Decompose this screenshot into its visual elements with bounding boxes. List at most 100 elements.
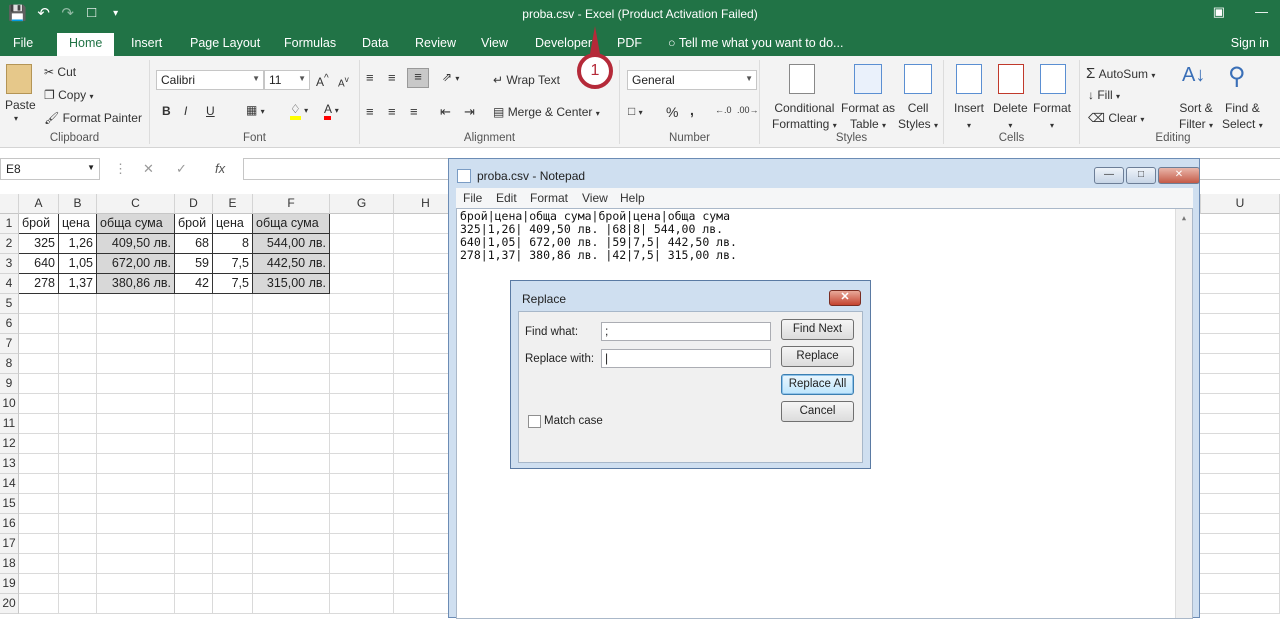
table-cell[interactable]: цена [213,214,253,234]
table-cell[interactable] [59,574,97,594]
name-box[interactable]: E8 ▼ [0,158,100,180]
table-cell[interactable] [19,334,59,354]
row-header[interactable]: 7 [0,334,19,354]
table-cell[interactable] [330,414,394,434]
align-bottom-icon[interactable]: ≡ [407,68,429,88]
table-cell[interactable] [19,394,59,414]
minimize-icon[interactable]: — [1255,4,1268,20]
table-cell[interactable] [253,414,330,434]
cancel-button[interactable]: Cancel [781,401,854,422]
row-header[interactable]: 4 [0,274,19,294]
table-cell[interactable] [97,354,175,374]
column-header-c[interactable]: C [97,194,175,214]
column-header-d[interactable]: D [175,194,213,214]
format-painter-button[interactable]: 🖌 Format Painter [44,111,142,125]
table-cell[interactable] [1200,514,1280,534]
table-cell[interactable] [330,534,394,554]
decrease-font-icon[interactable]: Av [338,74,349,89]
table-cell[interactable]: 1,26 [59,234,97,254]
table-cell[interactable] [97,394,175,414]
menu-format[interactable]: Format [530,191,568,205]
clear-button[interactable]: ⌫ Clear ▾ [1088,111,1144,125]
row-header[interactable]: 18 [0,554,19,574]
table-cell[interactable]: 442,50 лв. [253,254,330,274]
table-cell[interactable] [330,294,394,314]
orientation-icon[interactable]: ⇗ ▾ [442,70,459,84]
table-cell[interactable] [59,314,97,334]
find-next-button[interactable]: Find Next [781,319,854,340]
table-cell[interactable] [253,594,330,614]
insert-function-button[interactable]: fx [215,161,225,176]
cancel-entry-icon[interactable]: ✕ [143,161,154,177]
table-cell[interactable] [253,534,330,554]
tab-formulas[interactable]: Formulas [284,34,336,56]
table-cell[interactable] [19,574,59,594]
table-cell[interactable] [175,554,213,574]
table-cell[interactable] [97,374,175,394]
table-cell[interactable] [175,474,213,494]
table-cell[interactable] [1200,274,1280,294]
row-header[interactable]: 10 [0,394,19,414]
table-cell[interactable] [330,594,394,614]
row-header[interactable]: 19 [0,574,19,594]
tab-file[interactable]: File [13,34,33,56]
table-cell[interactable] [330,334,394,354]
tab-view[interactable]: View [481,34,508,56]
table-cell[interactable] [1200,354,1280,374]
table-cell[interactable] [59,514,97,534]
table-cell[interactable] [330,494,394,514]
table-cell[interactable]: 42 [175,274,213,294]
menu-file[interactable]: File [463,191,482,205]
table-cell[interactable]: брой [19,214,59,234]
column-header-b[interactable]: B [59,194,97,214]
table-cell[interactable] [19,514,59,534]
fill-button[interactable]: ↓ Fill ▾ [1088,88,1120,102]
table-cell[interactable]: обща сума [253,214,330,234]
insert-cells-button[interactable]: Insert ▾ [954,100,984,134]
replace-button[interactable]: Replace [781,346,854,367]
tell-me-search[interactable]: ○ Tell me what you want to do... [668,34,843,56]
tab-data[interactable]: Data [362,34,388,56]
table-cell[interactable] [175,534,213,554]
table-cell[interactable] [59,554,97,574]
row-header[interactable]: 14 [0,474,19,494]
table-cell[interactable] [1200,434,1280,454]
row-header[interactable]: 13 [0,454,19,474]
confirm-entry-icon[interactable]: ✓ [176,161,187,177]
table-cell[interactable] [59,394,97,414]
table-cell[interactable] [330,214,394,234]
align-right-icon[interactable]: ≡ [410,104,418,119]
replace-all-button[interactable]: Replace All [781,374,854,395]
table-cell[interactable] [1200,214,1280,234]
table-cell[interactable] [59,434,97,454]
align-top-icon[interactable]: ≡ [366,70,374,85]
tab-insert[interactable]: Insert [131,34,162,56]
ribbon-display-icon[interactable]: ▣ [1213,4,1225,20]
table-cell[interactable] [97,574,175,594]
font-color-icon[interactable]: A ▾ [324,102,339,120]
table-cell[interactable] [59,594,97,614]
table-cell[interactable] [330,474,394,494]
table-cell[interactable] [330,254,394,274]
table-cell[interactable]: 544,00 лв. [253,234,330,254]
table-cell[interactable] [1200,334,1280,354]
close-button[interactable]: ✕ [1158,167,1200,184]
minimize-button[interactable]: — [1094,167,1124,184]
find-what-input[interactable]: ; [601,322,771,341]
table-cell[interactable]: 7,5 [213,274,253,294]
select-all-corner[interactable] [0,194,19,214]
table-cell[interactable] [19,354,59,374]
bold-button[interactable]: B [162,104,171,118]
table-cell[interactable] [213,514,253,534]
table-cell[interactable] [175,394,213,414]
tab-review[interactable]: Review [415,34,456,56]
table-cell[interactable] [19,414,59,434]
table-cell[interactable] [213,374,253,394]
increase-font-icon[interactable]: A^ [316,73,329,89]
tab-developer[interactable]: Developer [535,34,592,56]
table-cell[interactable] [59,354,97,374]
table-cell[interactable] [1200,394,1280,414]
table-cell[interactable]: брой [175,214,213,234]
table-cell[interactable] [97,294,175,314]
table-cell[interactable] [1200,414,1280,434]
